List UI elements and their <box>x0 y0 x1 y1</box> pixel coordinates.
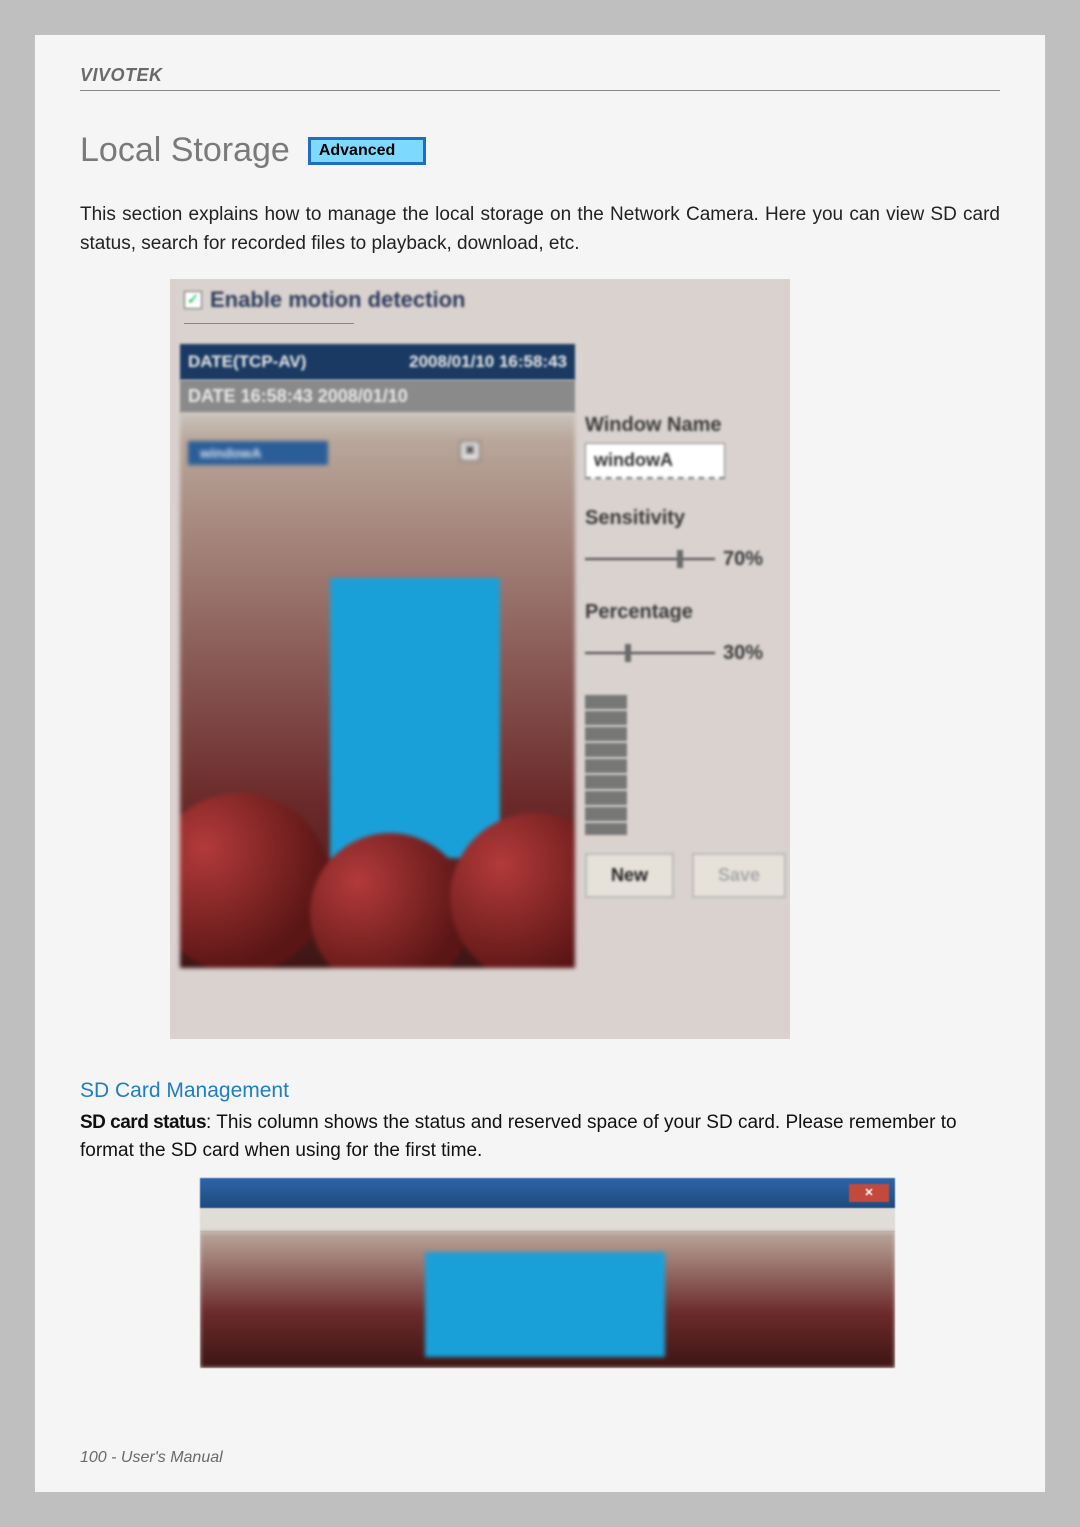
preview-area: DATE(TCP-AV) 2008/01/10 16:58:43 DATE 16… <box>170 344 790 968</box>
percentage-value: 30% <box>723 642 763 665</box>
motion-detection-panel: ✓ Enable motion detection DATE(TCP-AV) 2… <box>170 279 790 1039</box>
window-close-icon[interactable]: ✕ <box>849 1184 889 1202</box>
window-titlebar: ✕ <box>200 1178 895 1208</box>
window-name-label: Window Name <box>585 414 785 437</box>
motion-window-tag[interactable]: windowA <box>188 441 328 465</box>
sensitivity-label: Sensitivity <box>585 507 785 530</box>
enable-motion-label: Enable motion detection <box>210 287 465 313</box>
close-icon[interactable]: ✕ <box>460 441 480 461</box>
motion-window-tag-text: windowA <box>200 445 261 461</box>
page-header: VIVOTEK <box>80 65 1000 91</box>
video-title-right: 2008/01/10 16:58:43 <box>409 352 567 372</box>
window-tabs[interactable] <box>200 1208 895 1232</box>
motion-region-rect[interactable] <box>330 578 500 858</box>
video-preview: windowA ✕ <box>180 413 575 968</box>
page-footer: 100 - User's Manual <box>80 1449 223 1467</box>
brand-name: VIVOTEK <box>80 65 163 85</box>
video-title-left: DATE(TCP-AV) <box>188 352 306 372</box>
percentage-slider[interactable]: 30% <box>585 642 785 665</box>
divider <box>184 323 354 324</box>
selection-rect[interactable] <box>425 1252 665 1357</box>
figure-motion-detection: no SD card ✓ Enable motion detection DAT… <box>170 279 790 1039</box>
page-number: 100 <box>80 1449 107 1466</box>
sd-card-heading: SD Card Management <box>80 1079 1000 1103</box>
window-name-input[interactable]: windowA <box>585 443 725 479</box>
manual-page: VIVOTEK Local Storage Advanced This sect… <box>35 35 1045 1492</box>
percentage-label: Percentage <box>585 601 785 624</box>
sd-card-status-line: SD card status: This column shows the st… <box>80 1109 1000 1138</box>
section-title-row: Local Storage Advanced <box>80 131 1000 170</box>
level-meter <box>585 695 627 835</box>
section-intro: This section explains how to manage the … <box>80 200 1000 259</box>
enable-motion-row[interactable]: ✓ Enable motion detection <box>170 279 790 323</box>
video-title-bar: DATE(TCP-AV) 2008/01/10 16:58:43 <box>180 344 575 380</box>
sensitivity-slider[interactable]: 70% <box>585 548 785 571</box>
footer-label: User's Manual <box>121 1449 223 1466</box>
figure-sd-window: ✕ <box>200 1178 895 1368</box>
sd-card-format-line: format the SD card when using for the fi… <box>80 1137 1000 1166</box>
section-title: Local Storage <box>80 131 290 170</box>
video-overlay-bar: DATE 16:58:43 2008/01/10 <box>180 380 575 413</box>
sensitivity-value: 70% <box>723 548 763 571</box>
sd-card-status-rest: : This column shows the status and reser… <box>206 1112 957 1133</box>
new-button[interactable]: New <box>585 853 674 898</box>
mode-badge: Advanced <box>308 137 426 165</box>
video-column: DATE(TCP-AV) 2008/01/10 16:58:43 DATE 16… <box>180 344 575 968</box>
checkbox-icon[interactable]: ✓ <box>184 291 202 309</box>
window-body <box>200 1232 895 1368</box>
video-overlay-text: DATE 16:58:43 2008/01/10 <box>188 386 408 406</box>
motion-buttons: New Save <box>585 853 785 898</box>
sd-card-status-bold: SD card status <box>80 1112 206 1133</box>
motion-settings-column: Window Name windowA Sensitivity 70% Perc… <box>585 344 785 968</box>
save-button[interactable]: Save <box>692 853 786 898</box>
